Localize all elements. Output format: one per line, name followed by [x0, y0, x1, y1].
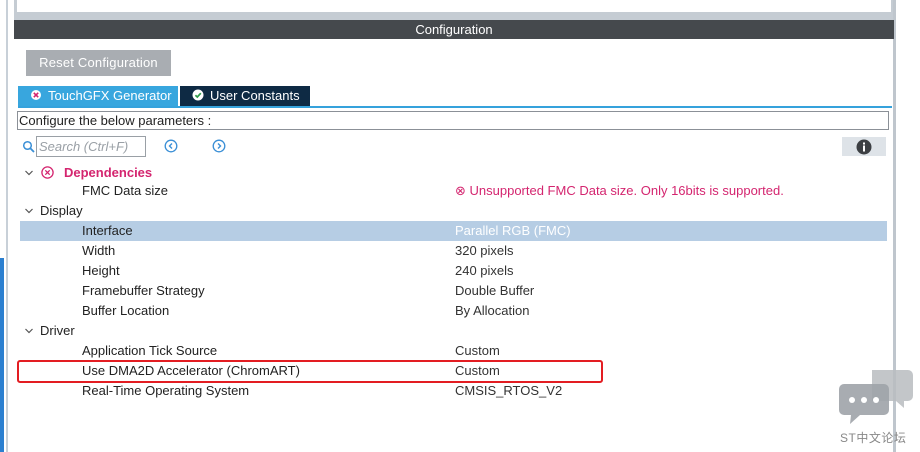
top-panel-strip	[14, 0, 894, 12]
param-row-rtos[interactable]: Real-Time Operating System CMSIS_RTOS_V2	[18, 381, 888, 401]
left-splitter-accent[interactable]	[0, 258, 4, 452]
previous-match-icon[interactable]	[164, 139, 178, 153]
param-row-buffer-location[interactable]: Buffer Location By Allocation	[18, 301, 888, 321]
param-value: Custom	[455, 343, 500, 358]
check-circle-icon	[192, 87, 204, 101]
error-circle-icon	[41, 166, 54, 179]
info-button[interactable]	[842, 137, 886, 156]
tab-user-constants[interactable]: User Constants	[180, 86, 310, 106]
chat-bubble-icon	[839, 370, 913, 424]
param-value: Parallel RGB (FMC)	[455, 223, 571, 238]
param-value: By Allocation	[455, 303, 530, 318]
tab-touchgfx-generator[interactable]: TouchGFX Generator	[18, 86, 178, 106]
param-row-fmc-data-size[interactable]: FMC Data size ⊗ Unsupported FMC Data siz…	[18, 181, 888, 201]
chevron-down-icon	[25, 328, 33, 334]
search-input[interactable]	[36, 136, 146, 157]
tabs-underline	[18, 106, 892, 108]
param-row-height[interactable]: Height 240 pixels	[18, 261, 888, 281]
display-label: Display	[40, 203, 83, 218]
group-dependencies[interactable]: Dependencies	[18, 163, 888, 183]
param-value: 240 pixels	[455, 263, 514, 278]
param-value: CMSIS_RTOS_V2	[455, 383, 563, 398]
param-name: Height	[82, 263, 120, 278]
param-name: FMC Data size	[82, 183, 168, 198]
param-value: 320 pixels	[455, 243, 514, 258]
param-value: Double Buffer	[455, 283, 535, 298]
param-name: Framebuffer Strategy	[82, 283, 205, 298]
dependencies-label: Dependencies	[64, 165, 153, 180]
group-display[interactable]: Display	[18, 201, 888, 221]
annotation-highlight-box	[17, 360, 603, 383]
param-error-value: ⊗ Unsupported FMC Data size. Only 16bits…	[455, 183, 784, 198]
parameters-caption: Configure the below parameters :	[17, 111, 889, 130]
param-name: Buffer Location	[82, 303, 170, 318]
watermark-text: ST中文论坛	[840, 431, 907, 445]
top-panel-divider	[14, 12, 894, 20]
chevron-down-icon	[25, 208, 33, 214]
reset-configuration-button[interactable]: Reset Configuration	[26, 50, 171, 76]
chevron-down-icon	[25, 170, 33, 176]
tab-label: User Constants	[210, 88, 300, 103]
param-name: Interface	[82, 223, 133, 238]
left-edge-strip	[6, 0, 8, 452]
info-icon	[856, 139, 872, 155]
search-icon	[22, 140, 36, 154]
param-name: Real-Time Operating System	[82, 383, 250, 398]
param-name: Application Tick Source	[82, 343, 218, 358]
configuration-header: Configuration	[14, 20, 894, 39]
driver-label: Driver	[40, 323, 75, 338]
param-row-interface[interactable]: Interface Parallel RGB (FMC)	[20, 221, 887, 241]
param-row-application-tick-source[interactable]: Application Tick Source Custom	[18, 341, 888, 361]
param-row-width[interactable]: Width 320 pixels	[18, 241, 888, 261]
param-row-framebuffer-strategy[interactable]: Framebuffer Strategy Double Buffer	[18, 281, 888, 301]
param-name: Width	[82, 243, 116, 258]
next-match-icon[interactable]	[212, 139, 226, 153]
error-circle-icon	[30, 87, 42, 100]
group-driver[interactable]: Driver	[18, 321, 888, 341]
tab-label: TouchGFX Generator	[48, 88, 172, 103]
